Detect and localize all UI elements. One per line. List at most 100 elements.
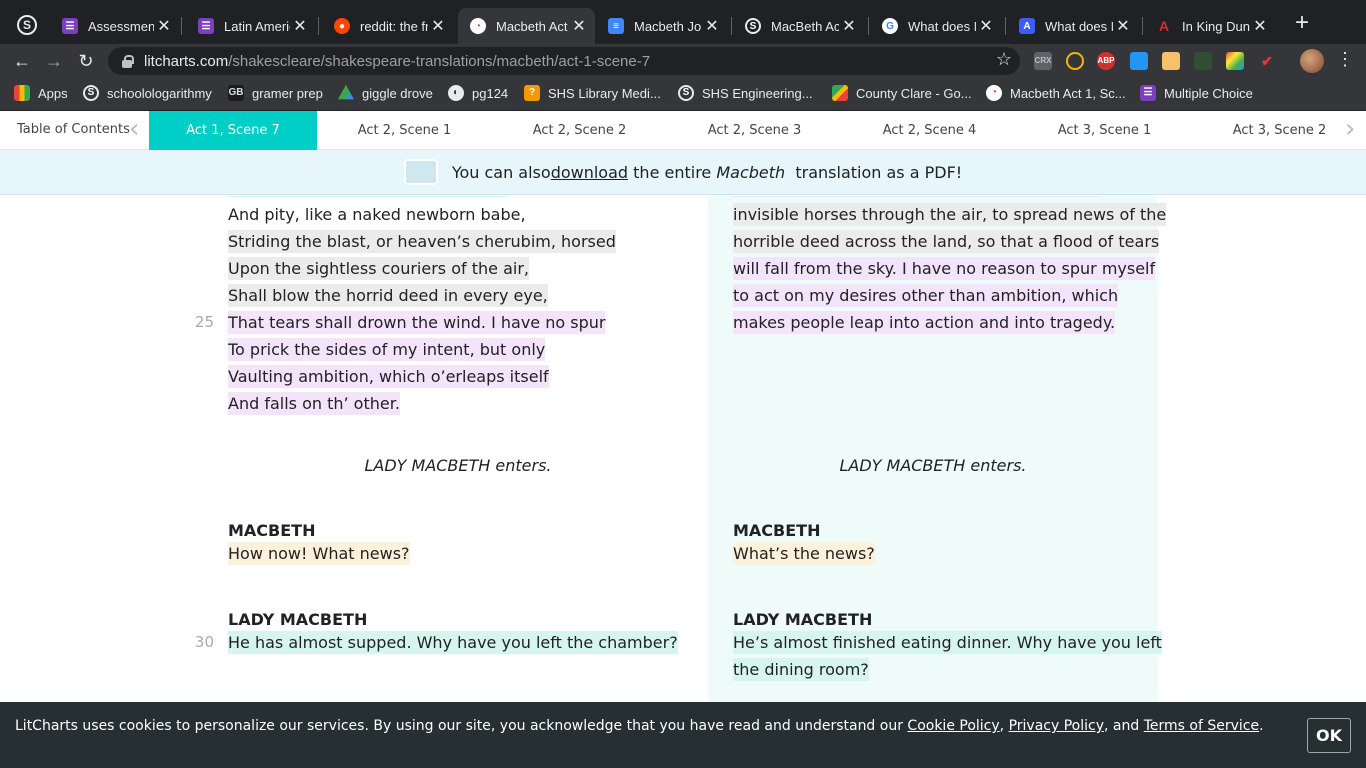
menu-kebab-icon[interactable]: ⋮ [1336,49,1354,73]
schoology-profile-icon[interactable]: S [17,15,37,35]
banner-book-title: Macbeth [716,162,786,182]
line-text: invisible horses through the air, to spr… [733,203,1167,226]
color-extension-icon[interactable] [1226,52,1244,70]
table-of-contents-link[interactable]: Table of Contents [17,122,130,137]
library-icon: ? [524,85,540,101]
cookie-message: LitCharts uses cookies to personalize ou… [15,718,1264,734]
privacy-policy-link[interactable]: Privacy Policy [1009,718,1104,734]
tab-macbeth-act-schoology[interactable]: S MacBeth Act ✕ [733,8,865,44]
reload-icon[interactable]: ↻ [74,49,98,73]
original-line: To prick the sides of my intent, but onl… [228,336,546,363]
tab-title: Assessment [88,18,154,34]
close-icon[interactable]: ✕ [702,16,722,36]
tab-reddit[interactable]: ● reddit: the fr ✕ [322,8,454,44]
crx-extension-icon[interactable]: CRX [1034,52,1052,70]
box-extension-icon[interactable] [1162,52,1180,70]
tab-macbeth-act-active[interactable]: ◔ Macbeth Act ✕ [458,8,595,44]
original-line: He has almost supped. Why have you left … [228,629,678,656]
bookmark-star-icon[interactable]: ☆ [996,49,1012,70]
bookmark-label: giggle drove [362,85,433,101]
google-icon: G [882,18,898,34]
tab-macbeth-journal[interactable]: ≡ Macbeth Jou ✕ [596,8,728,44]
leaf-extension-icon[interactable] [1194,52,1212,70]
section-tab[interactable]: Act 2, Scene 4 [842,111,1017,150]
bookmark-gramer-prep[interactable]: GB gramer prep [228,85,323,101]
cookie-banner: LitCharts uses cookies to personalize ou… [0,702,1366,768]
bookmark-county-clare[interactable]: County Clare - Go... [832,85,972,101]
bookmark-shs-engineering[interactable]: S SHS Engineering... [678,85,813,101]
line-text: That tears shall drown the wind. I have … [228,311,606,334]
close-icon[interactable]: ✕ [1113,16,1133,36]
stage-direction: LADY MACBETH enters. [839,456,1027,475]
tab-assessment[interactable]: ☰ Assessment ✕ [50,8,180,44]
line-text: horrible deed across the land, so that a… [733,230,1160,253]
section-tab[interactable]: Act 2, Scene 2 [492,111,667,150]
bookmark-multiple-choice[interactable]: ☰ Multiple Choice [1140,85,1253,101]
close-icon[interactable]: ✕ [290,16,310,36]
original-line: That tears shall drown the wind. I have … [228,309,606,336]
tab-title: reddit: the fr [360,18,428,34]
line-text: And falls on th’ other. [228,392,400,415]
bookmark-schoology[interactable]: S schoolologarithmy [83,85,212,101]
grammar-extension-icon[interactable] [1130,52,1148,70]
close-icon[interactable]: ✕ [976,16,996,36]
download-link[interactable]: download [551,163,628,182]
section-tab[interactable]: Act 2, Scene 1 [317,111,492,150]
modern-line: the dining room? [733,656,869,683]
back-arrow-icon[interactable]: ← [10,49,34,73]
reddit-icon: ● [334,18,350,34]
terms-of-service-link[interactable]: Terms of Service [1144,718,1259,734]
bookmark-macbeth-act[interactable]: ◔ Macbeth Act 1, Sc... [986,85,1126,101]
cookie-policy-link[interactable]: Cookie Policy [907,718,999,734]
chevron-right-icon[interactable]: › [1345,116,1355,142]
profile-avatar[interactable] [1300,49,1324,73]
section-tab[interactable]: Act 2, Scene 3 [667,111,842,150]
cookie-ok-button[interactable]: OK [1307,718,1351,753]
line-text: And pity, like a naked newborn babe, [228,205,526,224]
url-path: /shakescleare/shakespeare-translations/m… [228,52,651,70]
section-tab[interactable]: Act 3, Scene 2 [1192,111,1366,150]
line-text: He’s almost finished eating dinner. Why … [733,631,1162,654]
close-icon[interactable]: ✕ [839,16,859,36]
schoology-icon: S [745,18,761,34]
tab-latin-america[interactable]: ☰ Latin Americ ✕ [186,8,316,44]
new-tab-icon[interactable]: + [1290,11,1314,36]
gb-icon: GB [228,85,244,101]
tab-divider [731,17,732,35]
section-tab[interactable]: Act 3, Scene 1 [1017,111,1192,150]
original-line: Striding the blast, or heaven’s cherubim… [228,228,616,255]
bookmark-pg124[interactable]: ◐ pg124 [448,85,508,101]
bookmarks-bar: Apps S schoolologarithmy GB gramer prep … [0,78,1366,111]
line-text: What’s the news? [733,542,875,565]
section-tab-active[interactable]: Act 1, Scene 7 [149,111,317,150]
modern-line: will fall from the sky. I have no reason… [733,255,1156,282]
owl-extension-icon[interactable] [1066,52,1084,70]
close-icon[interactable]: ✕ [1250,16,1270,36]
chevron-left-icon[interactable]: ‹ [129,116,139,142]
bookmark-apps[interactable]: Apps [14,85,68,101]
line-number: 30 [194,633,214,651]
original-line: Vaulting ambition, which o’erleaps itsel… [228,363,549,390]
tab-google-search[interactable]: G What does M ✕ [870,8,1002,44]
banner-text: the entire [628,162,717,182]
address-bar[interactable]: litcharts.com/shakescleare/shakespeare-t… [108,47,1020,75]
tab-divider [1005,17,1006,35]
tab-translate[interactable]: A What does M ✕ [1007,8,1139,44]
forward-arrow-icon[interactable]: → [42,49,66,73]
bookmark-label: Macbeth Act 1, Sc... [1010,85,1126,101]
browser-window: S ☰ Assessment ✕ ☰ Latin Americ ✕ ● redd… [0,0,1366,768]
docs-icon: ≡ [608,18,624,34]
bookmark-giggle-drove[interactable]: giggle drove [338,85,433,101]
pocket-extension-icon[interactable]: ✔ [1258,52,1276,70]
tab-divider [181,17,182,35]
close-icon[interactable]: ✕ [154,16,174,36]
bookmark-label: pg124 [472,85,509,101]
tab-king-duncan[interactable]: A In King Dunc ✕ [1144,8,1276,44]
bookmark-shs-library[interactable]: ? SHS Library Medi... [524,85,661,101]
adblock-extension-icon[interactable]: ABP [1097,52,1115,70]
speaker-name: LADY MACBETH [733,610,873,629]
drive-icon [338,85,354,100]
close-icon[interactable]: ✕ [569,16,589,36]
close-icon[interactable]: ✕ [428,16,448,36]
form-icon: ☰ [62,18,78,34]
